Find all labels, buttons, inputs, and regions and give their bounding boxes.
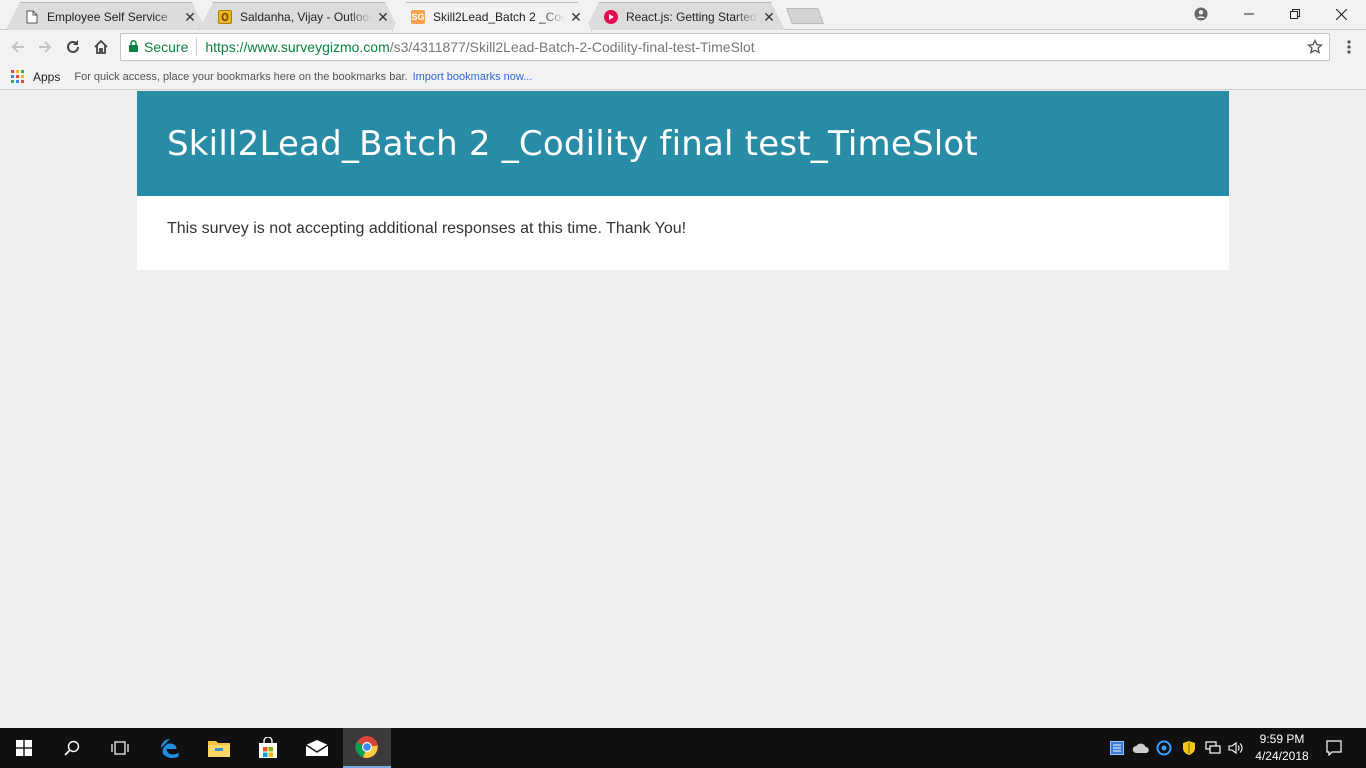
restore-button[interactable] <box>1272 0 1318 28</box>
secure-label: Secure <box>144 39 189 55</box>
tab-employee-self-service[interactable]: Employee Self Service ✕ <box>6 2 206 30</box>
menu-icon[interactable] <box>1337 35 1361 59</box>
tab-title: Saldanha, Vijay - Outlook <box>240 9 372 24</box>
import-bookmarks-link[interactable]: Import bookmarks now... <box>413 71 533 83</box>
survey-body: This survey is not accepting additional … <box>137 196 1229 270</box>
new-tab-button[interactable] <box>786 8 824 24</box>
network-status-icon[interactable] <box>1155 728 1173 768</box>
clock-date: 4/24/2018 <box>1255 749 1309 763</box>
survey-closed-message: This survey is not accepting additional … <box>167 220 687 237</box>
clock-time: 9:59 PM <box>1259 732 1305 746</box>
address-divider <box>196 38 198 56</box>
tray-app-icon[interactable] <box>1108 728 1126 768</box>
tab-title: React.js: Getting Started | Pluralsight <box>626 9 757 24</box>
survey-header: Skill2Lead_Batch 2 _Codility final test_… <box>137 91 1229 196</box>
pluralsight-icon <box>604 10 618 24</box>
tab-strip: Employee Self Service ✕ Saldanha, Vijay … <box>0 0 1366 30</box>
tab-surveygizmo[interactable]: SG Skill2Lead_Batch 2 _Codility final te… <box>392 2 592 31</box>
tab-outlook[interactable]: Saldanha, Vijay - Outlook ✕ <box>199 2 399 30</box>
search-icon[interactable] <box>48 728 96 768</box>
close-tab-icon[interactable]: ✕ <box>569 10 583 24</box>
profile-icon[interactable] <box>1178 0 1224 28</box>
page-content: Skill2Lead_Batch 2 _Codility final test_… <box>0 91 1366 728</box>
mail-icon[interactable] <box>293 728 341 768</box>
url-path: /s3/4311877/Skill2Lead-Batch-2-Codility-… <box>389 39 755 55</box>
edge-browser-icon[interactable] <box>146 728 194 768</box>
bookmark-star-icon[interactable] <box>1306 38 1324 58</box>
windows-start-icon[interactable] <box>0 728 48 768</box>
volume-icon[interactable] <box>1226 728 1246 768</box>
apps-shortcut[interactable]: Apps <box>33 70 60 84</box>
tab-title: Skill2Lead_Batch 2 _Codility final test_… <box>433 10 565 24</box>
tab-title: Employee Self Service <box>47 9 168 24</box>
lock-icon <box>129 39 138 55</box>
url-host: https://www.surveygizmo.com <box>205 39 390 55</box>
reload-button[interactable] <box>61 35 85 59</box>
network-icon[interactable] <box>1203 728 1223 768</box>
apps-grid-icon[interactable] <box>11 70 24 83</box>
close-tab-icon[interactable]: ✕ <box>762 10 776 24</box>
minimize-button[interactable] <box>1226 0 1272 28</box>
page-icon <box>25 10 39 24</box>
address-bar[interactable]: Secure https://www.surveygizmo.com /s3/4… <box>120 33 1330 61</box>
file-explorer-icon[interactable] <box>195 728 243 768</box>
back-button[interactable] <box>6 35 30 59</box>
forward-button[interactable] <box>33 35 57 59</box>
close-tab-icon[interactable]: ✕ <box>376 10 390 24</box>
tab-pluralsight[interactable]: React.js: Getting Started | Pluralsight … <box>585 2 785 30</box>
task-view-icon[interactable] <box>96 728 144 768</box>
surveygizmo-icon: SG <box>411 12 425 22</box>
bookmarks-bar: Apps For quick access, place your bookma… <box>0 64 1366 90</box>
chrome-icon[interactable] <box>343 728 391 768</box>
windows-taskbar: 9:59 PM 4/24/2018 <box>0 728 1366 768</box>
survey-title: Skill2Lead_Batch 2 _Codility final test_… <box>167 123 978 164</box>
close-tab-icon[interactable]: ✕ <box>183 10 197 24</box>
onedrive-icon[interactable] <box>1131 728 1151 768</box>
home-button[interactable] <box>89 35 113 59</box>
bookmarks-hint: For quick access, place your bookmarks h… <box>74 70 408 83</box>
outlook-icon <box>218 10 232 24</box>
action-center-icon[interactable] <box>1320 728 1348 768</box>
taskbar-clock[interactable]: 9:59 PM 4/24/2018 <box>1248 731 1316 765</box>
security-shield-icon[interactable] <box>1180 728 1198 768</box>
store-icon[interactable] <box>244 728 292 768</box>
browser-toolbar: Secure https://www.surveygizmo.com /s3/4… <box>0 30 1366 64</box>
close-window-button[interactable] <box>1318 0 1364 28</box>
